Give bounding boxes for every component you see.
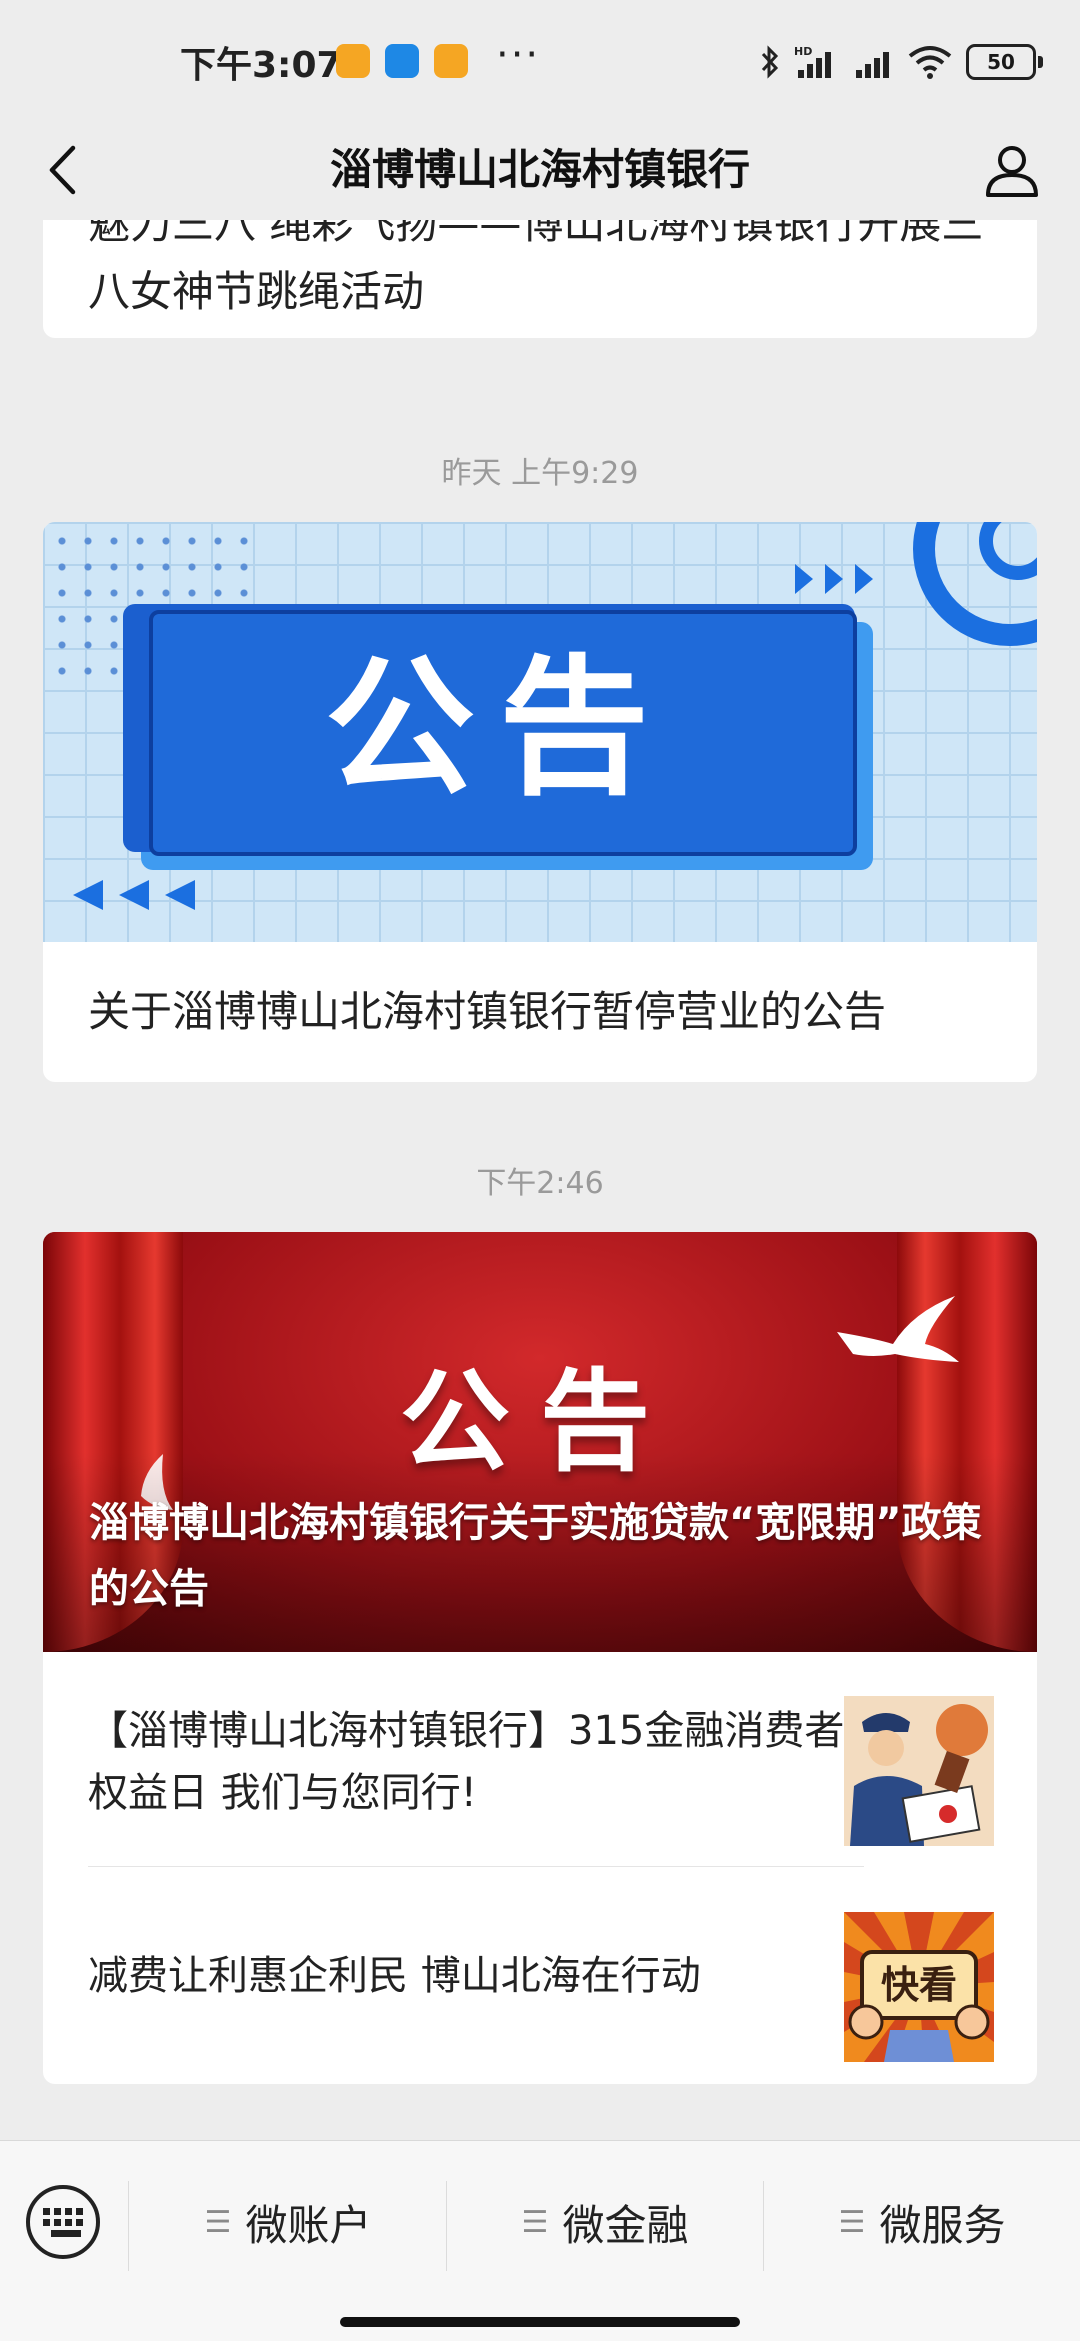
police-illustration-icon: [844, 1696, 994, 1846]
blue-app-icon: [385, 44, 419, 78]
menu-label: 微账户: [245, 2200, 372, 2250]
arrow-decoration: [855, 564, 873, 594]
featured-cover-text: 公告: [400, 1358, 680, 1486]
signal-icon: [856, 52, 889, 78]
status-time: 下午3:07: [180, 45, 342, 86]
look-now-thumbnail: 快看: [844, 1912, 994, 2062]
status-indicators: HD 50: [760, 40, 1043, 84]
menu-service-button[interactable]: ☰ 微服务: [764, 2169, 1080, 2275]
menu-lines-icon: ☰: [521, 2204, 549, 2240]
list-item[interactable]: 【淄博博山北海村镇银行】315金融消费者权益日 我们与您同行!: [43, 1652, 1037, 1868]
signal-hd-icon: HD: [794, 45, 831, 78]
list-item-title: 【淄博博山北海村镇银行】315金融消费者权益日 我们与您同行!: [88, 1708, 845, 1816]
previous-article-card[interactable]: 魅力三八 绳彩飞扬——博山北海村镇银行开展三八女神节跳绳活动: [43, 220, 1037, 338]
person-icon: [986, 146, 1038, 197]
orange-app-icon: [336, 44, 370, 78]
notice-article-title: 关于淄博博山北海村镇银行暂停营业的公告: [88, 987, 887, 1036]
notice-cover-text: 公告: [324, 642, 673, 816]
divider: [88, 1866, 864, 1867]
arrow-decoration: [165, 880, 195, 910]
nav-bar: 淄博博山北海村镇银行: [0, 120, 1080, 220]
message-feed[interactable]: 魅力三八 绳彩飞扬——博山北海村镇银行开展三八女神节跳绳活动 昨天 上午9:29…: [0, 220, 1080, 2140]
home-indicator[interactable]: [340, 2317, 740, 2327]
menu-account-button[interactable]: ☰ 微账户: [130, 2169, 446, 2275]
menu-label: 微金融: [562, 2200, 689, 2250]
arrow-decoration: [825, 564, 843, 594]
arrow-decoration: [73, 880, 103, 910]
menu-finance-button[interactable]: ☰ 微金融: [447, 2169, 763, 2275]
wifi-icon: [908, 46, 952, 79]
look-now-text: 快看: [880, 1963, 957, 2007]
bottom-menu-bar: ☰ 微账户 ☰ 微金融 ☰ 微服务: [0, 2140, 1080, 2341]
orange-app-icon: [434, 44, 468, 78]
arrow-decoration: [795, 564, 813, 594]
page-title: 淄博博山北海村镇银行: [329, 145, 750, 194]
notice-article-card[interactable]: 公告 关于淄博博山北海村镇银行暂停营业的公告: [43, 522, 1037, 1082]
more-notifications-icon: ···: [496, 32, 541, 78]
arrow-decoration: [119, 880, 149, 910]
status-bar: 下午3:07 ··· HD 50: [0, 0, 1080, 120]
bluetooth-icon: [761, 45, 779, 79]
keyboard-icon: [43, 2207, 83, 2237]
timestamp: 昨天 上午9:29: [441, 456, 639, 491]
battery-indicator: 50: [966, 44, 1043, 80]
list-item-title: 减费让利惠企利民 博山北海在行动: [88, 1953, 701, 1999]
previous-article-title: 魅力三八 绳彩飞扬——博山北海村镇银行开展三八女神节跳绳活动: [88, 220, 984, 316]
multi-article-card: 公告 淄博博山北海村镇银行关于实施贷款“宽限期”政策的公告 【淄博博山北海村镇银…: [43, 1232, 1037, 2084]
notice-cover-image: 公告: [43, 522, 1037, 942]
keyboard-toggle-button[interactable]: [26, 2185, 100, 2259]
divider: [128, 2181, 129, 2271]
police-stamp-thumbnail: [844, 1696, 994, 1846]
profile-button[interactable]: [974, 132, 1050, 208]
menu-lines-icon: ☰: [838, 2204, 866, 2240]
featured-article-title: 淄博博山北海村镇银行关于实施贷款“宽限期”政策的公告: [89, 1500, 982, 1612]
svg-text:HD: HD: [794, 45, 812, 58]
timestamp: 下午2:46: [476, 1166, 604, 1201]
menu-lines-icon: ☰: [204, 2204, 232, 2240]
list-item[interactable]: 减费让利惠企利民 博山北海在行动 快看: [43, 1868, 1037, 2084]
featured-article[interactable]: 公告 淄博博山北海村镇银行关于实施贷款“宽限期”政策的公告: [43, 1232, 1037, 1652]
menu-label: 微服务: [879, 2200, 1006, 2250]
